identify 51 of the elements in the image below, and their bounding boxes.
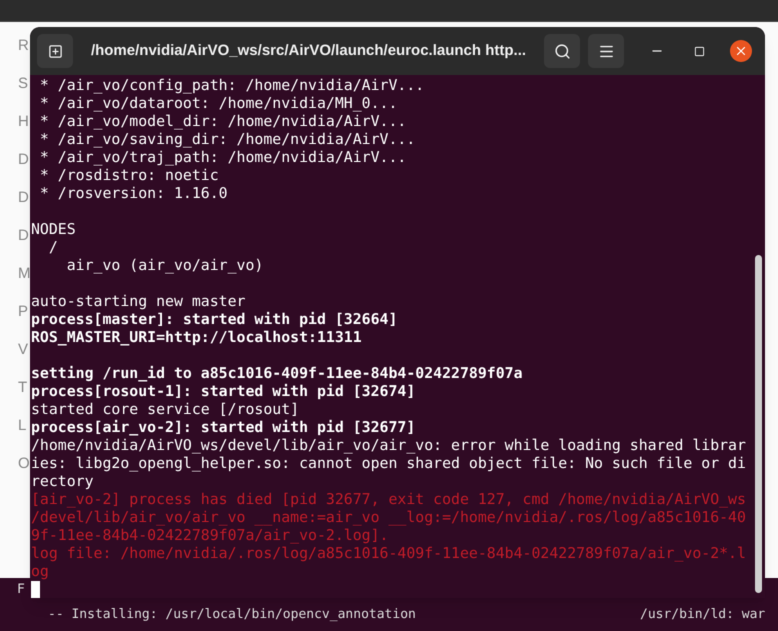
terminal-line: * /air_vo/model_dir: /home/nvidia/AirV... (38, 112, 406, 130)
terminal-line: * /air_vo/config_path: /home/nvidia/AirV... (38, 76, 424, 94)
error-line: 9f-11ee-84b4-02422789f07a/air_vo-2.log]. (31, 526, 388, 544)
terminal-line: * /rosdistro: noetic (38, 166, 219, 184)
terminal-line: started core service [/rosout] (31, 400, 300, 418)
window-title: /home/nvidia/AirVO_ws/src/AirVO/launch/euroc.launch http... (90, 40, 528, 61)
terminal-line: air_vo (air_vo/air_vo) (66, 256, 264, 274)
terminal-line: process[rosout-1]: started with pid [32674] (31, 382, 416, 400)
sidebar-item[interactable]: V (2, 338, 32, 361)
sidebar-item[interactable]: L (2, 414, 32, 437)
terminal-line: * /air_vo/traj_path: /home/nvidia/AirV... (38, 148, 406, 166)
sidebar-item[interactable]: O (2, 452, 32, 475)
sidebar-item[interactable]: D (2, 224, 32, 247)
terminal-line: ROS_MASTER_URI=http://localhost:11311 (31, 328, 362, 346)
terminal-line: process[air_vo-2]: started with pid [32677] (31, 418, 416, 436)
terminal-line: -- Installing: /usr/local/bin/opencv_annotation (48, 606, 416, 624)
terminal-line: ies: libg2o_opengl_helper.so: cannot open shared object file: No such file or di (31, 454, 746, 472)
terminal-line: auto-starting new master (31, 292, 246, 310)
sidebar-item[interactable]: H (2, 110, 32, 133)
terminal-line: * /air_vo/dataroot: /home/nvidia/MH_0... (38, 94, 398, 112)
sidebar-item[interactable]: M (2, 262, 32, 285)
terminal-line: F (17, 581, 25, 599)
search-button[interactable] (544, 34, 580, 68)
close-icon (734, 44, 748, 58)
new-tab-button[interactable] (37, 34, 73, 68)
scrollbar[interactable] (755, 255, 762, 593)
sidebar-item[interactable]: P (2, 300, 32, 323)
sidebar-item[interactable]: R (2, 34, 32, 57)
error-line: [air_vo-2] process has died [pid 32677, exit code 127, cmd /home/nvidia/AirVO_ws (31, 490, 746, 508)
error-line: /devel/lib/air_vo/air_vo __name:=air_vo __log:=/home/nvidia/.ros/log/a85c1016-40 (31, 508, 746, 526)
terminal-line: /usr/bin/ld: war (640, 606, 766, 624)
maximize-icon (694, 46, 704, 56)
menu-button[interactable] (588, 34, 624, 68)
text-cursor (31, 580, 40, 598)
terminal-line: /home/nvidia/AirVO_ws/devel/lib/air_vo/air_vo: error while loading shared librar (31, 436, 746, 454)
terminal-line: setting /run_id to a85c1016-409f-11ee-84b4-02422789f07a (31, 364, 523, 382)
sidebar-item[interactable]: D (2, 148, 32, 171)
terminal-line: NODES (31, 220, 76, 238)
error-line: og (31, 562, 49, 580)
terminal-line: rectory (31, 472, 94, 490)
sidebar-item[interactable]: T (2, 376, 32, 399)
search-icon (554, 42, 570, 60)
new-tab-icon (48, 44, 62, 58)
terminal-line: * /air_vo/saving_dir: /home/nvidia/AirV... (38, 130, 416, 148)
close-button[interactable] (730, 40, 752, 62)
terminal-line: process[master]: started with pid [32664] (31, 310, 398, 328)
error-line: log file: /home/nvidia/.ros/log/a85c1016-409f-11ee-84b4-02422789f07a/air_vo-2*.l (31, 544, 746, 562)
terminal-line: * /rosversion: 1.16.0 (38, 184, 228, 202)
terminal-line: / (48, 238, 58, 256)
sidebar-item[interactable]: S (2, 72, 32, 95)
sidebar-item[interactable]: D (2, 186, 32, 209)
